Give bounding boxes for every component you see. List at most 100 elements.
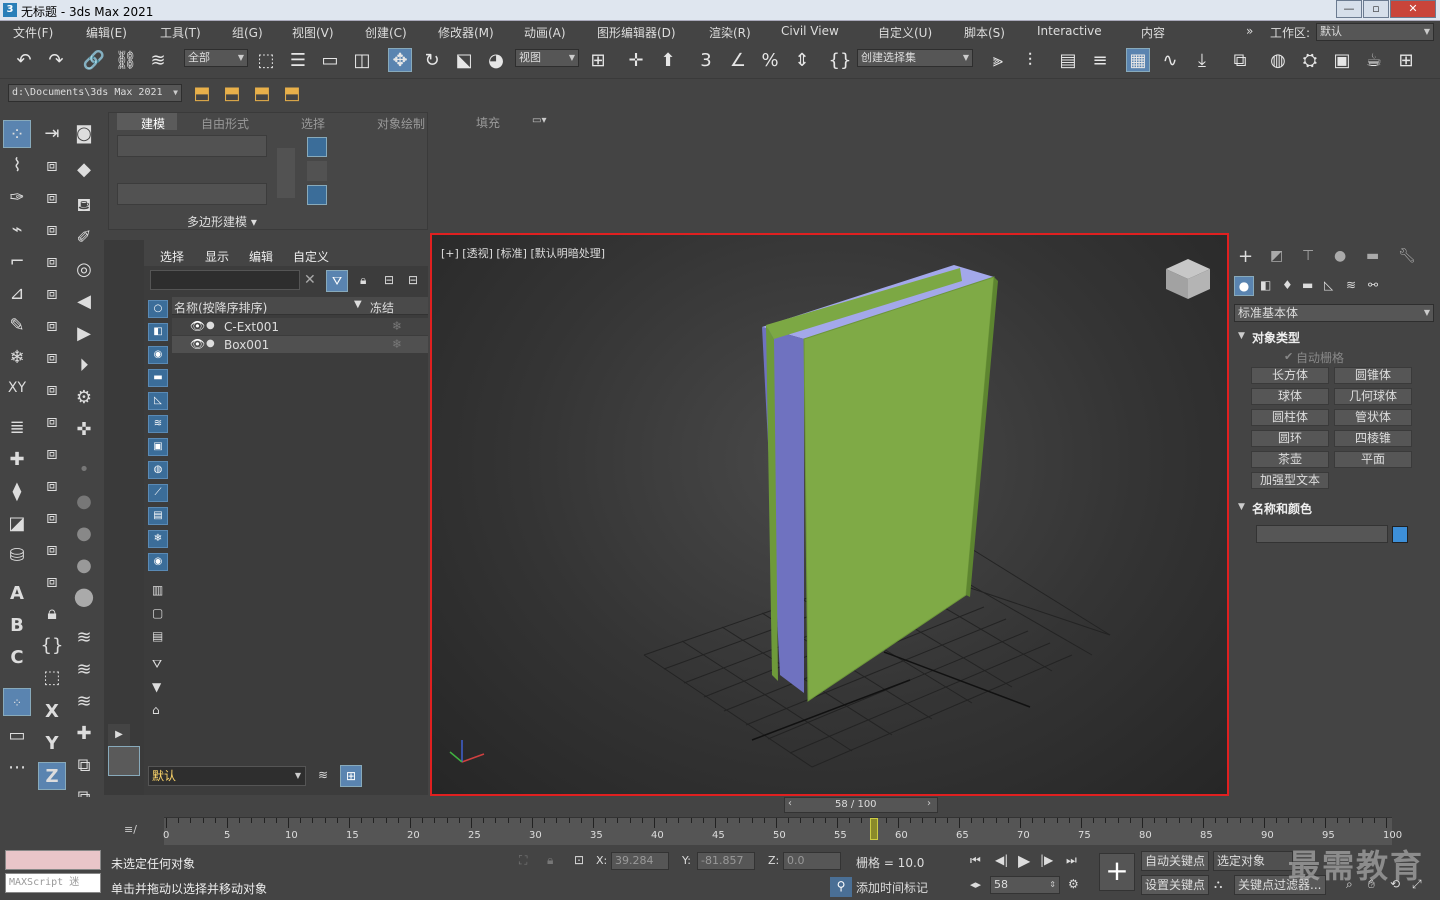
mirror-icon[interactable]: ⫸ [986, 49, 1010, 73]
spinner-snap-icon[interactable]: ⇕ [790, 49, 814, 73]
textplus-button[interactable]: 加强型文本 [1251, 472, 1329, 489]
snaps-toggle-icon[interactable]: 3 [694, 49, 718, 73]
stack-11-icon[interactable]: ⧈ [38, 472, 66, 500]
menu-tools[interactable]: 工具(T) [160, 24, 201, 41]
ribbon-minimize-icon[interactable] [307, 161, 327, 181]
tab-modeling[interactable]: 建模 [141, 115, 165, 132]
menu-content[interactable]: 内容 [1141, 24, 1165, 41]
select-box-icon[interactable]: ◪ [3, 510, 31, 538]
cone-button[interactable]: 圆锥体 [1334, 367, 1412, 384]
stack-10-icon[interactable]: ⧈ [38, 440, 66, 468]
filter-lights-icon[interactable]: ◉ [148, 346, 168, 364]
viewport-icon[interactable]: ◙ [70, 120, 98, 148]
ribbon-expand-icon[interactable] [307, 185, 327, 205]
z-coordinate-input[interactable]: 0.0 [783, 852, 841, 870]
stack-8-icon[interactable]: ⧈ [38, 376, 66, 404]
box-button[interactable]: 长方体 [1251, 367, 1329, 384]
helpers-icon[interactable]: ◺ [1324, 278, 1333, 292]
filter-toggle-icon[interactable]: ⛛ [152, 657, 162, 672]
selection-lock-icon[interactable]: 🔒︎ [547, 853, 553, 868]
menu-scripting[interactable]: 脚本(S) [964, 24, 1005, 41]
sphere-3-icon[interactable]: ● [70, 582, 98, 610]
sphere-button[interactable]: 球体 [1251, 388, 1329, 405]
layer-stack-1-icon[interactable]: ≋ [70, 624, 98, 652]
xy-plane-icon[interactable]: XY [3, 374, 31, 402]
braces-icon[interactable]: {} [38, 632, 66, 660]
menu-group[interactable]: 组(G) [232, 24, 263, 41]
app-icon[interactable]: 3 [3, 3, 17, 17]
named-selection-select[interactable]: 创建选择集 ▼ [857, 49, 973, 67]
dot-icon[interactable]: ● [70, 488, 98, 516]
clear-search-icon[interactable]: ✕ [304, 272, 316, 288]
key-mode-select[interactable]: 选定对象 [1213, 851, 1293, 871]
freeze-icon[interactable]: ❄ [392, 319, 402, 333]
keyboard-shortcut-icon[interactable]: ⬆ [656, 49, 680, 73]
undo-icon[interactable]: ↶ [12, 49, 36, 73]
filter-icon[interactable]: ⛛ [326, 270, 348, 292]
ref-coord-select[interactable]: 视图 ▼ [515, 49, 579, 67]
axis-z-icon[interactable]: Z [38, 762, 66, 790]
ribbon-toggle-icon[interactable]: ▦ [1126, 48, 1150, 72]
filter-groups-icon[interactable]: ▣ [148, 438, 168, 456]
layers-toggle-icon[interactable]: ≋ [318, 768, 328, 782]
stack-13-icon[interactable]: ⧈ [38, 536, 66, 564]
open-project-icon[interactable]: ⬒ [250, 82, 274, 106]
table-row[interactable]: 👁︎ ● C-Ext001 ❄ [172, 318, 428, 335]
schematic-view-icon[interactable]: ⧉ [1228, 49, 1252, 73]
select-grid-icon[interactable]: ⁘ [3, 120, 31, 148]
stack-4-icon[interactable]: ⧈ [38, 248, 66, 276]
tab-freeform[interactable]: 自由形式 [201, 115, 249, 132]
layers-icon[interactable]: ≣ [3, 414, 31, 442]
lock-icon[interactable]: 🔒︎ [38, 600, 66, 628]
set-key-button[interactable]: 设置关键点 [1141, 875, 1209, 895]
section-name-color[interactable]: 名称和颜色 [1252, 500, 1312, 517]
cylinder-button[interactable]: 圆柱体 [1251, 409, 1329, 426]
play-back-icon[interactable]: ◀ [70, 288, 98, 316]
create-project-icon[interactable]: ⬒ [220, 82, 244, 106]
play-forward-icon[interactable]: ⏵ [70, 352, 98, 380]
torus-button[interactable]: 圆环 [1251, 430, 1329, 447]
shapes-icon[interactable]: ◆ [70, 156, 98, 184]
render-dot-icon[interactable]: ● [206, 338, 215, 349]
snap-line-icon[interactable]: ⌐ [3, 248, 31, 276]
menu-interactive[interactable]: Interactive [1037, 24, 1102, 38]
pen-icon[interactable]: ✎ [3, 312, 31, 340]
tab-populate[interactable]: 填充 [476, 114, 500, 131]
filter-helpers-icon[interactable]: ◺ [148, 392, 168, 410]
ruler-icon[interactable]: ▭ [3, 722, 31, 750]
menu-modifiers[interactable]: 修改器(M) [438, 24, 494, 41]
filter-hidden-icon[interactable]: ◉ [148, 553, 168, 571]
menu-file[interactable]: 文件(F) [13, 24, 53, 41]
stack-icon[interactable]: ⧫ [3, 478, 31, 506]
set-key-icon[interactable]: + [1099, 853, 1135, 891]
select-object-icon[interactable]: ⬚ [254, 49, 278, 73]
label-b-icon[interactable]: B [3, 612, 31, 640]
stack-2-icon[interactable]: ⧈ [38, 184, 66, 212]
hierarchy-toggle-icon[interactable]: ⊞ [340, 765, 362, 787]
expand-arrow-icon[interactable]: ▶ [108, 724, 130, 746]
stack-5-icon[interactable]: ⧈ [38, 280, 66, 308]
stack-1-icon[interactable]: ⧈ [38, 152, 66, 180]
project-path-select[interactable]: d:\Documents\3ds Max 2021 ▼ [8, 84, 182, 102]
set-project-icon[interactable]: ⬒ [280, 82, 304, 106]
create-tab-icon[interactable]: + [1238, 246, 1253, 267]
perspective-viewport[interactable]: [+] [透视] [标准] [默认明暗处理] [430, 233, 1229, 796]
y-coordinate-input[interactable]: -81.857 [697, 852, 755, 870]
layer-explorer-icon[interactable]: ≡ [1088, 49, 1112, 73]
ribbon-options-icon[interactable]: ▭▾ [532, 115, 546, 126]
bind-spacewarp-icon[interactable]: ≋ [146, 49, 170, 73]
lights-icon[interactable]: ♦ [1282, 278, 1293, 292]
layer-stack-3-icon[interactable]: ≋ [70, 688, 98, 716]
scale-box-icon[interactable]: ⬚ [38, 664, 66, 692]
next-key-icon[interactable]: |▶ [1040, 853, 1053, 867]
stack-3-icon[interactable]: ⧈ [38, 216, 66, 244]
hierarchy-2-icon[interactable]: ⊟ [408, 273, 418, 287]
snap-vertex-icon[interactable]: ⊿ [3, 280, 31, 308]
object-color-swatch[interactable] [1392, 526, 1408, 543]
previous-key-icon[interactable]: ◀| [995, 853, 1008, 867]
layer-add-icon[interactable]: ✚ [70, 720, 98, 748]
explorer-menu-display[interactable]: 显示 [205, 248, 229, 265]
label-a-icon[interactable]: A [3, 580, 31, 608]
add-layer-icon[interactable]: ✚ [3, 446, 31, 474]
snap-grid-icon[interactable]: ⁘ [3, 688, 31, 716]
